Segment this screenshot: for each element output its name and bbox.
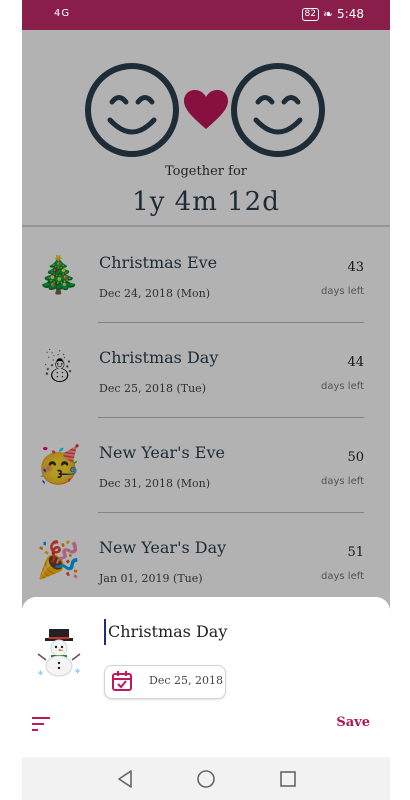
status-bar: 4G 82 ❧ 5:48 [22,0,390,30]
battery-indicator: 82 [301,7,319,21]
snowman-icon[interactable]: ✻ ✻ [34,627,84,677]
network-indicator: 4G [54,8,71,19]
calendar-icon [112,671,132,691]
clock: 5:48 [337,7,364,21]
status-right: 82 ❧ 5:48 [301,7,364,21]
svg-text:✻: ✻ [38,670,43,677]
date-picker-button[interactable]: Dec 25, 2018 [104,665,226,699]
leaf-icon: ❧ [322,7,334,21]
svg-text:✻: ✻ [75,668,80,675]
selected-date: Dec 25, 2018 [149,674,223,687]
system-nav-bar [22,757,390,800]
event-name-input[interactable]: Christmas Day [104,619,368,645]
sort-icon[interactable] [32,717,52,731]
edit-event-sheet: ✻ ✻ Christmas Day Dec 25, 2018 Save [22,597,390,757]
save-button[interactable]: Save [336,715,370,730]
recents-icon[interactable] [277,768,299,790]
back-icon[interactable] [114,768,136,790]
home-icon[interactable] [195,768,217,790]
phone-screen: 4G 82 ❧ 5:48 Together for 1y 4m 12d 🎄 Ch… [22,0,390,800]
